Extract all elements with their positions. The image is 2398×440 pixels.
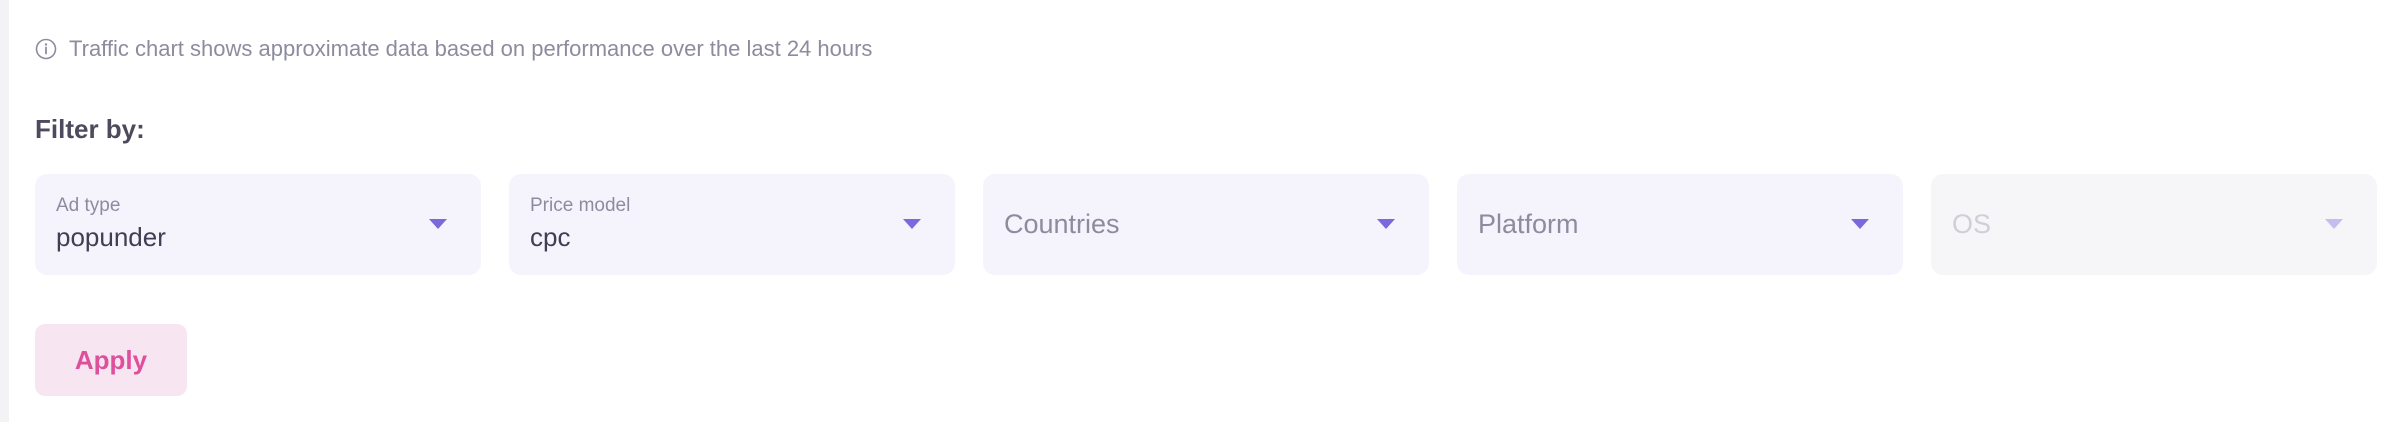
- chevron-down-icon: [1851, 219, 1869, 229]
- price-model-select[interactable]: Price model cpc: [509, 174, 955, 275]
- platform-placeholder: Platform: [1478, 209, 1579, 239]
- info-notice-text: Traffic chart shows approximate data bas…: [69, 36, 873, 61]
- ad-type-select[interactable]: Ad type popunder: [35, 174, 481, 275]
- ad-type-value: popunder: [56, 222, 166, 252]
- filter-by-heading: Filter by:: [35, 114, 145, 144]
- price-model-label: Price model: [530, 195, 631, 216]
- page-background: Traffic chart shows approximate data bas…: [0, 0, 2398, 440]
- os-placeholder: OS: [1952, 209, 1992, 239]
- info-notice: Traffic chart shows approximate data bas…: [35, 35, 872, 63]
- platform-select[interactable]: Platform: [1457, 174, 1903, 275]
- info-circle-icon: [35, 38, 57, 60]
- os-select: OS: [1931, 174, 2377, 275]
- ad-type-label: Ad type: [56, 195, 121, 216]
- price-model-value: cpc: [530, 222, 571, 252]
- chevron-down-icon: [1377, 219, 1395, 229]
- chevron-down-icon: [2325, 219, 2343, 229]
- chevron-down-icon: [903, 219, 921, 229]
- countries-placeholder: Countries: [1004, 209, 1120, 239]
- apply-button[interactable]: Apply: [35, 324, 187, 396]
- chevron-down-icon: [429, 219, 447, 229]
- countries-select[interactable]: Countries: [983, 174, 1429, 275]
